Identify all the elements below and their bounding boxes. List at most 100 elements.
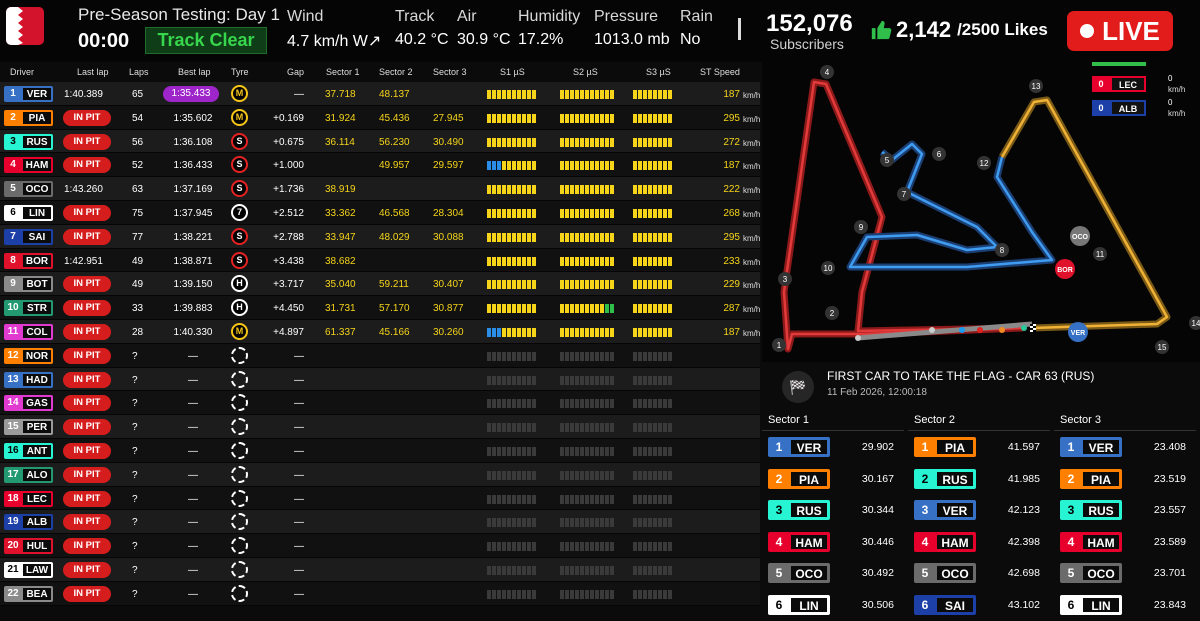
mini-sector-bar (560, 208, 614, 218)
table-row[interactable]: 9 BOT IN PIT 49 1:39.150 +3.717 35.040 59.211 30… (0, 272, 760, 297)
gap-to-leader: — (294, 422, 304, 434)
timing-table: Driver Last lap Laps Best lap Tyre Gap S… (0, 62, 760, 621)
table-row[interactable]: 2 PIA IN PIT 54 1:35.602 +0.169 31.924 45.436 27… (0, 105, 760, 130)
table-row[interactable]: 17 ALO IN PIT? — — (0, 462, 760, 487)
table-row[interactable]: 6 LIN IN PIT 75 1:37.945 +2.512 33.362 46.568 28… (0, 200, 760, 225)
in-pit-badge: IN PIT (63, 371, 111, 388)
table-row[interactable]: 7 SAI IN PIT 77 1:38.221 +2.788 33.947 48.029 30… (0, 224, 760, 249)
car-label-oco: OCO (1072, 234, 1089, 241)
best-lap-time: 1:37.945 (173, 207, 213, 219)
sector-board-row[interactable]: 1 PIA 41.597 (908, 431, 1050, 463)
sector-time: 42.698 (1007, 567, 1040, 579)
mini-sector-bar (487, 90, 536, 99)
mini-sector-bar (487, 375, 536, 385)
subscriber-count: 152,076 (766, 10, 853, 37)
table-row[interactable]: 11 COL IN PIT 28 1:40.330 +4.897 61.337 45.166 3… (0, 319, 760, 344)
table-row[interactable]: 14 GAS IN PIT? — — (0, 391, 760, 416)
best-lap-time: 1:39.150 (173, 279, 213, 291)
driver-badge: 1 VER (768, 437, 830, 457)
sector-board-row[interactable]: 6 SAI 43.102 (908, 589, 1050, 621)
sector-board-row[interactable]: 2 RUS 41.985 (908, 463, 1050, 495)
table-row[interactable]: 5 OCO 1:43.260 63 1:37.169 +1.736 38.919 S 222 km… (0, 177, 760, 201)
sector-time: 30.344 (861, 504, 894, 516)
driver-position: 10 (7, 302, 19, 314)
driver-position: 19 (7, 516, 19, 528)
sector-position: 5 (1067, 566, 1075, 580)
sector-time: 23.519 (1153, 472, 1186, 485)
sector-board-2: Sector 2 1 PIA 41.597 2 RUS 41.985 3 VER 42.123 4 H… (908, 409, 1050, 621)
best-lap-time: 1:38.221 (173, 231, 213, 243)
mini-sector-bar (487, 565, 536, 575)
lap-count: ? (132, 564, 138, 576)
sector-board-row[interactable]: 3 RUS 23.557 (1054, 494, 1196, 526)
sector3-time: 28.304 (433, 207, 464, 219)
table-row[interactable]: 10 STR IN PIT 33 1:39.883 +4.450 31.731 57.170 3… (0, 296, 760, 320)
driver-code: VER (22, 87, 52, 101)
driver-badge: 16 ANT (4, 442, 53, 459)
table-row[interactable]: 13 HAD IN PIT? — — (0, 367, 760, 392)
table-row[interactable]: 22 BEA IN PIT? — — (0, 581, 760, 606)
col-laps: Laps (129, 67, 149, 77)
mini-sector-bar (633, 280, 672, 290)
sector-board-row[interactable]: 4 HAM 42.398 (908, 526, 1050, 558)
sector-board-row[interactable]: 1 VER 29.902 (762, 431, 904, 463)
sector-board-row[interactable]: 4 HAM 30.446 (762, 526, 904, 558)
table-row[interactable]: 4 HAM IN PIT 52 1:36.433 +1.000 49.957 29.597 S 1… (0, 153, 760, 178)
sector-position: 5 (921, 566, 929, 580)
driver-code: VER (1082, 439, 1120, 455)
driver-position: 21 (7, 563, 19, 575)
mini-sector-bar (633, 90, 672, 99)
mini-sector-bar (560, 232, 614, 242)
mini-sector-bar (487, 185, 536, 195)
mini-sector-bar (487, 494, 536, 504)
table-row[interactable]: 18 LEC IN PIT? — — (0, 486, 760, 511)
sector-board-row[interactable]: 2 PIA 30.167 (762, 463, 904, 495)
gap-to-leader: — (294, 398, 304, 410)
sector-time: 42.398 (1007, 535, 1040, 548)
sector-board-title: Sector 3 (1054, 409, 1196, 431)
mini-sector-bar (487, 161, 536, 171)
mini-sector-bar (560, 280, 614, 290)
driver-code: ALO (22, 467, 52, 482)
sector-board-row[interactable]: 1 VER 23.408 (1054, 431, 1196, 463)
driver-code: HAM (1082, 533, 1120, 550)
corner-12: 12 (980, 159, 989, 168)
driver-code: RUS (936, 470, 974, 487)
sector-board-row[interactable]: 2 PIA 23.519 (1054, 463, 1196, 495)
driver-badge: 18 LEC (4, 490, 53, 507)
sector-board-row[interactable]: 5 OCO 23.701 (1054, 557, 1196, 589)
sector-board-row[interactable]: 5 OCO 42.698 (908, 557, 1050, 589)
gap-to-leader: — (294, 564, 304, 576)
lap-count: ? (132, 374, 138, 386)
sector-board-row[interactable]: 5 OCO 30.492 (762, 557, 904, 589)
table-row[interactable]: 15 PER IN PIT? — — (0, 415, 760, 439)
mini-sector-bar (487, 542, 536, 552)
live-button[interactable]: LIVE (1067, 11, 1173, 51)
driver-position: 18 (7, 492, 19, 504)
table-row[interactable]: 21 LAW IN PIT? — — (0, 557, 760, 582)
col-s3-micro: S3 µS (646, 67, 671, 77)
sector-board-row[interactable]: 6 LIN 30.506 (762, 589, 904, 621)
driver-position: 7 (10, 230, 16, 242)
mini-sector-bar (560, 470, 614, 480)
table-row[interactable]: 16 ANT IN PIT? — — (0, 438, 760, 463)
mini-sector-bar (560, 185, 614, 195)
last-lap-time: 1:40.389 (64, 89, 103, 100)
sector-board-row[interactable]: 6 LIN 23.843 (1054, 589, 1196, 621)
table-row[interactable]: 19 ALB IN PIT? — — (0, 510, 760, 535)
table-row[interactable]: 20 HUL IN PIT? — — (0, 534, 760, 558)
table-row[interactable]: 3 RUS IN PIT 56 1:36.108 +0.675 36.114 56.230 30… (0, 129, 760, 154)
table-row[interactable]: 1 VER 1:40.389 65 1:35.433 — 37.718 48.137 M 187 k… (0, 82, 760, 106)
table-row[interactable]: 8 BOR 1:42.951 49 1:38.871 +3.438 38.682 S 233 km… (0, 248, 760, 273)
sector-board-row[interactable]: 3 RUS 30.344 (762, 494, 904, 526)
sector1-time: 35.040 (325, 279, 356, 291)
sector-board-row[interactable]: 4 HAM 23.589 (1054, 526, 1196, 558)
sector3-time: 30.877 (433, 303, 464, 315)
mini-sector-bar (560, 113, 614, 123)
best-lap-time: — (188, 398, 198, 410)
table-row[interactable]: 12 NOR IN PIT? — — (0, 343, 760, 368)
sector-board-row[interactable]: 3 VER 42.123 (908, 494, 1050, 526)
driver-code: RUS (1082, 502, 1120, 518)
humidity-label: Humidity (518, 8, 581, 25)
corner-14: 14 (1192, 319, 1200, 328)
